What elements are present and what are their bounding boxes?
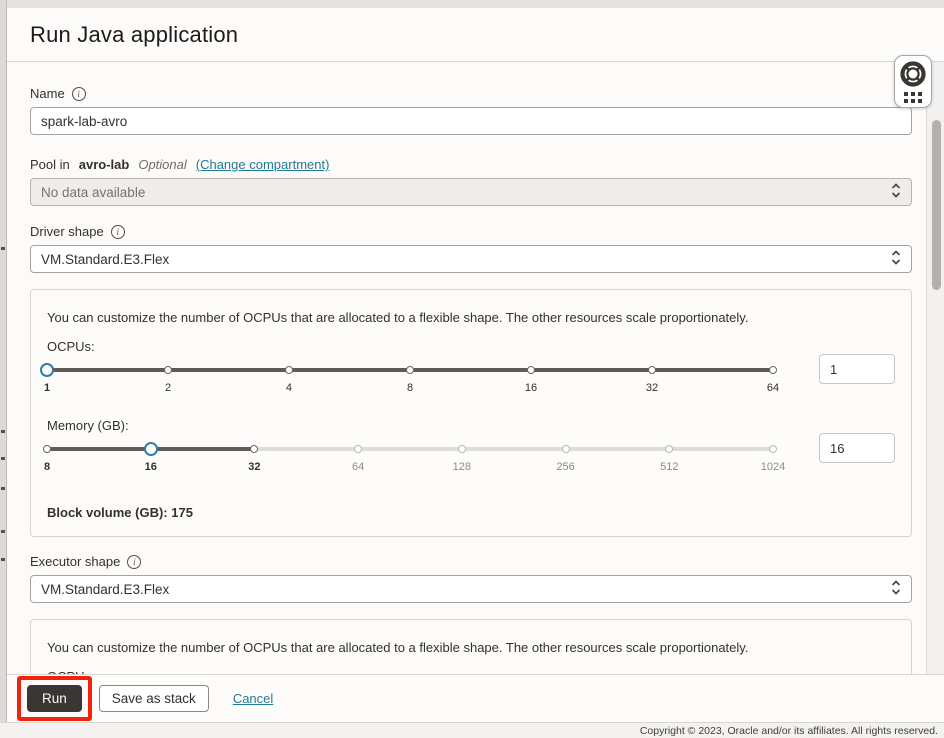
- name-label: Name: [30, 86, 65, 101]
- background-text-fragment: [1, 530, 5, 533]
- copyright-bar: Copyright © 2023, Oracle and/or its affi…: [0, 722, 944, 738]
- tick-label: 8: [44, 461, 50, 473]
- copyright-text: Copyright © 2023, Oracle and/or its affi…: [640, 725, 938, 737]
- memory-label: Memory (GB):: [47, 418, 895, 433]
- panel-footer: Run Save as stack Cancel: [7, 674, 944, 722]
- run-button-highlight-box: Run: [17, 676, 92, 721]
- executor-shape-select[interactable]: VM.Standard.E3.Flex: [30, 575, 912, 603]
- background-text-fragment: [1, 247, 5, 250]
- page-title: Run Java application: [30, 22, 238, 48]
- slider-tick: [769, 445, 777, 453]
- change-compartment-link[interactable]: (Change compartment): [196, 157, 330, 172]
- pool-select[interactable]: No data available: [30, 178, 912, 206]
- ocpus-label: OCPUs:: [47, 339, 895, 354]
- driver-shape-label-row: Driver shape i: [30, 224, 912, 239]
- executor-flex-config-box: You can customize the number of OCPUs th…: [30, 619, 912, 674]
- background-text-fragment: [1, 457, 5, 460]
- name-input[interactable]: [30, 107, 912, 135]
- tick-label: 16: [145, 461, 157, 473]
- slider-tick: [285, 366, 293, 374]
- life-buoy-help-icon: [900, 61, 926, 87]
- driver-shape-select[interactable]: VM.Standard.E3.Flex: [30, 245, 912, 273]
- tick-label: 64: [767, 382, 779, 394]
- panel-header: Run Java application: [7, 8, 944, 62]
- optional-tag: Optional: [138, 157, 186, 172]
- slider-tick: [665, 445, 673, 453]
- pool-label-prefix: Pool in: [30, 157, 70, 172]
- background-text-fragment: [1, 430, 5, 433]
- pool-select-value: No data available: [41, 185, 145, 200]
- help-widget[interactable]: [894, 55, 932, 108]
- slider-tick: [406, 366, 414, 374]
- slider-tick: [527, 366, 535, 374]
- chevron-up-down-icon: [891, 250, 901, 268]
- tick-label: 8: [407, 382, 413, 394]
- tick-label: 32: [248, 461, 260, 473]
- driver-memory-input[interactable]: [819, 433, 895, 463]
- background-page-strip: [0, 0, 7, 722]
- flex-shape-info-text: You can customize the number of OCPUs th…: [47, 310, 895, 325]
- run-application-panel: Run Java application Name i Pool in avro…: [7, 8, 944, 722]
- slider-tick: [458, 445, 466, 453]
- tick-label: 4: [286, 382, 292, 394]
- panel-scrollbar-track[interactable]: [926, 62, 944, 674]
- slider-tick: [769, 366, 777, 374]
- executor-shape-value: VM.Standard.E3.Flex: [41, 582, 169, 597]
- executor-shape-label: Executor shape: [30, 554, 120, 569]
- panel-scrollbar-thumb[interactable]: [932, 120, 941, 290]
- info-icon[interactable]: i: [111, 225, 125, 239]
- name-label-row: Name i: [30, 86, 912, 101]
- block-volume-text: Block volume (GB): 175: [47, 505, 895, 520]
- run-button[interactable]: Run: [27, 685, 82, 712]
- tick-label: 1024: [761, 461, 785, 473]
- info-icon[interactable]: i: [72, 87, 86, 101]
- driver-ocpus-input[interactable]: [819, 354, 895, 384]
- tick-label: 256: [556, 461, 574, 473]
- background-text-fragment: [1, 558, 5, 561]
- driver-ocpus-slider-handle[interactable]: [40, 363, 54, 377]
- slider-tick: [354, 445, 362, 453]
- info-icon[interactable]: i: [127, 555, 141, 569]
- driver-flex-config-box: You can customize the number of OCPUs th…: [30, 289, 912, 537]
- driver-shape-value: VM.Standard.E3.Flex: [41, 252, 169, 267]
- slider-tick: [562, 445, 570, 453]
- slider-tick: [250, 445, 258, 453]
- flex-shape-info-text: You can customize the number of OCPUs th…: [47, 640, 895, 655]
- tick-label: 2: [165, 382, 171, 394]
- tick-label: 64: [352, 461, 364, 473]
- slider-tick: [43, 445, 51, 453]
- driver-shape-label: Driver shape: [30, 224, 104, 239]
- driver-memory-slider-handle[interactable]: [144, 442, 158, 456]
- compartment-name: avro-lab: [79, 157, 130, 172]
- driver-ocpus-slider[interactable]: 1 2 4 8 16 32 64: [47, 358, 773, 404]
- cancel-link[interactable]: Cancel: [233, 691, 273, 706]
- save-as-stack-button[interactable]: Save as stack: [99, 685, 209, 712]
- tick-label: 1: [44, 382, 50, 394]
- drag-handle-dots-icon: [904, 92, 922, 103]
- background-text-fragment: [1, 487, 5, 490]
- slider-tick: [648, 366, 656, 374]
- driver-memory-slider[interactable]: 8 16 32 64 128 256 512 1024: [47, 437, 773, 483]
- tick-label: 16: [525, 382, 537, 394]
- tick-label: 512: [660, 461, 678, 473]
- pool-label-row: Pool in avro-lab Optional (Change compar…: [30, 157, 912, 172]
- tick-label: 32: [646, 382, 658, 394]
- tick-label: 128: [453, 461, 471, 473]
- panel-content: Name i Pool in avro-lab Optional (Change…: [7, 62, 926, 674]
- chevron-up-down-icon: [891, 183, 901, 201]
- chevron-up-down-icon: [891, 580, 901, 598]
- executor-shape-label-row: Executor shape i: [30, 554, 912, 569]
- slider-tick: [164, 366, 172, 374]
